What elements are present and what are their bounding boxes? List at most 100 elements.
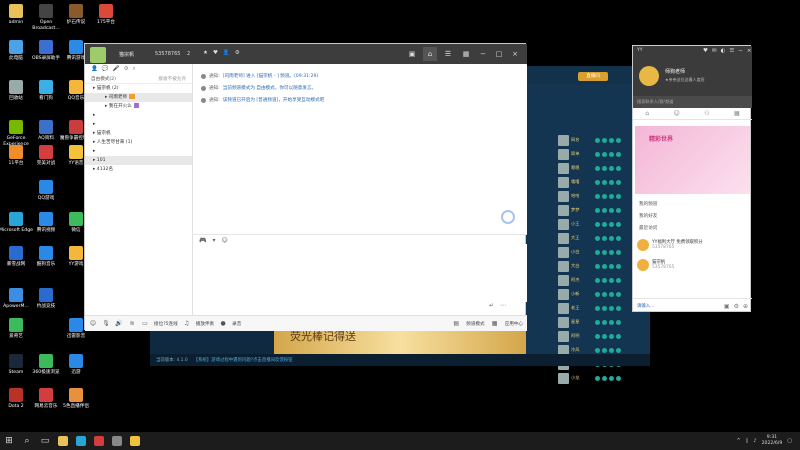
message-input[interactable] — [193, 244, 527, 302]
play-accompaniment-button[interactable]: 播放伴奏 — [196, 321, 214, 327]
windows-start-icon[interactable]: ⊞ — [0, 432, 18, 450]
desktop-icon[interactable]: 360极速浏览 — [29, 354, 63, 376]
taskbar-app-red[interactable] — [90, 432, 108, 450]
list-item[interactable]: 小龙 — [558, 372, 650, 384]
tree-item[interactable]: ▸ 我在开火么 — [85, 102, 192, 111]
menu-icon[interactable]: ☰ — [729, 48, 734, 54]
clock[interactable]: 9:31 2022/6/9 — [762, 435, 783, 447]
search-icon[interactable]: ⌕ — [18, 432, 36, 450]
taskbar-app-edge[interactable] — [72, 432, 90, 450]
desktop-icon[interactable]: 完美对战 — [29, 145, 63, 167]
plus-icon[interactable]: ⊕ — [743, 303, 748, 310]
mic-icon[interactable]: 🎙 — [102, 320, 110, 328]
video-icon[interactable]: ▣ — [724, 303, 730, 310]
profile-name[interactable]: 师狗老师 — [665, 68, 685, 75]
settings-icon[interactable]: ⚙ — [235, 50, 240, 56]
smile-icon[interactable]: ☺ — [89, 320, 97, 328]
tree-item[interactable]: ▸ — [85, 147, 192, 156]
desktop-icon[interactable]: 约战竞技 — [29, 288, 63, 310]
friends-search-input[interactable]: 搜索联系人/群/频道 — [633, 96, 752, 108]
desktop-icon[interactable]: 爱奇艺 — [0, 318, 33, 340]
desktop-icon[interactable]: QQ游戏 — [29, 180, 63, 202]
desktop-icon[interactable]: 酷狗音乐 — [29, 246, 63, 268]
tree-item[interactable]: ▸ 4132名 — [85, 165, 192, 174]
section-my-channels[interactable]: 我的频道 — [633, 198, 752, 210]
more-icon[interactable]: ⋯ — [500, 302, 506, 309]
search-icon[interactable]: ⌕ — [133, 66, 136, 72]
section-recent[interactable]: 最近访问 — [633, 222, 752, 234]
desktop-icon[interactable]: 迅游 — [59, 354, 93, 376]
tree-item[interactable]: ▸ 司雨老师 — [85, 93, 192, 102]
desktop-icon[interactable]: 175平台 — [89, 4, 123, 26]
game-live-button[interactable]: 直播间 — [578, 72, 608, 81]
video-icon[interactable]: ▣ — [405, 47, 419, 61]
connect-button[interactable]: 接位?5连线 — [154, 321, 178, 327]
desktop-icon[interactable]: AQ资料 — [29, 120, 63, 142]
mode-icon[interactable]: ▤ — [452, 320, 460, 328]
yy-channel-window[interactable]: 猫宗帆 53578765 2 ★ ♥ 👤 ⚙ ▣ ⌂ ☰ ▦ − □ × 👤 💬… — [84, 43, 527, 331]
desktop-icon[interactable]: Open Broadcast... — [29, 4, 63, 31]
list-item[interactable]: 阿明 — [558, 330, 650, 342]
tree-item[interactable]: ▸ 猫宗帆 — [85, 129, 192, 138]
member-icon[interactable]: 👤 — [91, 66, 98, 72]
record-icon[interactable]: ● — [219, 320, 227, 328]
screen-icon[interactable]: ▭ — [141, 320, 149, 328]
volume-icon[interactable]: 🔊 — [115, 320, 123, 328]
music-icon[interactable]: ♫ — [183, 320, 191, 328]
desktop-icon[interactable]: 炉石传说 — [59, 4, 93, 26]
list-item[interactable]: 猫宗帆 53578765 — [633, 256, 752, 274]
chat-icon[interactable]: 💬 — [102, 66, 109, 72]
mic-icon[interactable]: 🎤 — [113, 66, 120, 72]
home-icon[interactable]: ⌂ — [645, 110, 649, 117]
apps-icon[interactable]: ▦ — [734, 110, 740, 117]
channel-titlebar[interactable]: 猫宗帆 53578765 2 ★ ♥ 👤 ⚙ ▣ ⌂ ☰ ▦ − □ × — [85, 44, 527, 64]
settings-icon[interactable]: ⚙ — [734, 303, 739, 310]
close-icon[interactable]: × — [509, 47, 521, 61]
network-icon[interactable]: ▯ — [746, 438, 749, 444]
friends-message-input[interactable]: 请输入... ▣ ⚙ ⊕ — [633, 298, 752, 313]
chevron-up-icon[interactable]: ^ — [736, 438, 740, 444]
tree-item[interactable]: ▸ 101 — [85, 156, 192, 165]
taskbar-app-yy[interactable] — [126, 432, 144, 450]
app-icon[interactable]: ▦ — [491, 320, 499, 328]
list-item[interactable]: 星星 — [558, 316, 650, 328]
notification-icon[interactable]: ▢ — [787, 438, 792, 444]
heart-icon[interactable]: ♥ — [213, 50, 218, 56]
chevron-down-icon[interactable]: ▾ — [212, 237, 215, 244]
channel-mode-link[interactable]: 接收不被允许 — [158, 76, 186, 82]
desktop-icon[interactable]: 腾讯视频 — [29, 212, 63, 234]
task-view-icon[interactable]: ▭ — [36, 432, 54, 450]
mail-icon[interactable]: ✉ — [712, 48, 717, 54]
chevron-right-icon[interactable]: ▸ — [93, 113, 95, 118]
gear-icon[interactable]: ⚙ — [124, 66, 129, 72]
promo-banner[interactable]: 精彩世界 — [635, 126, 750, 194]
taskbar-app-explorer[interactable] — [54, 432, 72, 450]
record-button[interactable]: 录音 — [232, 321, 241, 327]
desktop-icon[interactable]: 5色直播伴侣 — [59, 388, 93, 410]
user-icon[interactable]: 👤 — [223, 50, 230, 56]
chevron-right-icon[interactable]: ▸ — [93, 122, 95, 127]
equalizer-icon[interactable]: ≋ — [128, 320, 136, 328]
gamepad-icon[interactable]: 🎮 — [199, 237, 206, 244]
send-icon[interactable]: ↵ — [489, 302, 494, 309]
game-system-notice[interactable]: 【系统】游戏过程中遇到问题?点击直播间反馈按钮 — [194, 357, 293, 363]
avatar[interactable] — [639, 66, 659, 86]
channel-avatar[interactable] — [90, 47, 106, 63]
emoji-icon[interactable]: ☺ — [222, 237, 228, 244]
section-my-friends[interactable]: 我的好友 — [633, 210, 752, 222]
home-icon[interactable]: ⌂ — [423, 47, 437, 61]
list-icon[interactable]: ☰ — [441, 47, 455, 61]
channel-mode-button[interactable]: 频道模式 — [466, 321, 484, 327]
profile-signature[interactable]: ★亲亲这位这最人度班 — [665, 77, 705, 83]
desktop-icon[interactable]: 网易云音乐 — [29, 388, 63, 410]
star-icon[interactable]: ★ — [203, 50, 208, 56]
tree-item[interactable]: ▸ 猫宗帆 (2) — [85, 84, 192, 93]
close-icon[interactable]: × — [747, 48, 752, 54]
heart-icon[interactable]: ♥ — [703, 48, 708, 54]
list-item[interactable]: YY福利大厅 免费领取积分 53578765 — [633, 236, 752, 254]
grid-icon[interactable]: ▦ — [459, 47, 473, 61]
tree-item[interactable]: ▸ — [85, 120, 192, 129]
tree-item[interactable]: ▸ — [85, 111, 192, 120]
maximize-icon[interactable]: □ — [493, 47, 505, 61]
volume-icon[interactable]: ♪ — [753, 438, 756, 444]
